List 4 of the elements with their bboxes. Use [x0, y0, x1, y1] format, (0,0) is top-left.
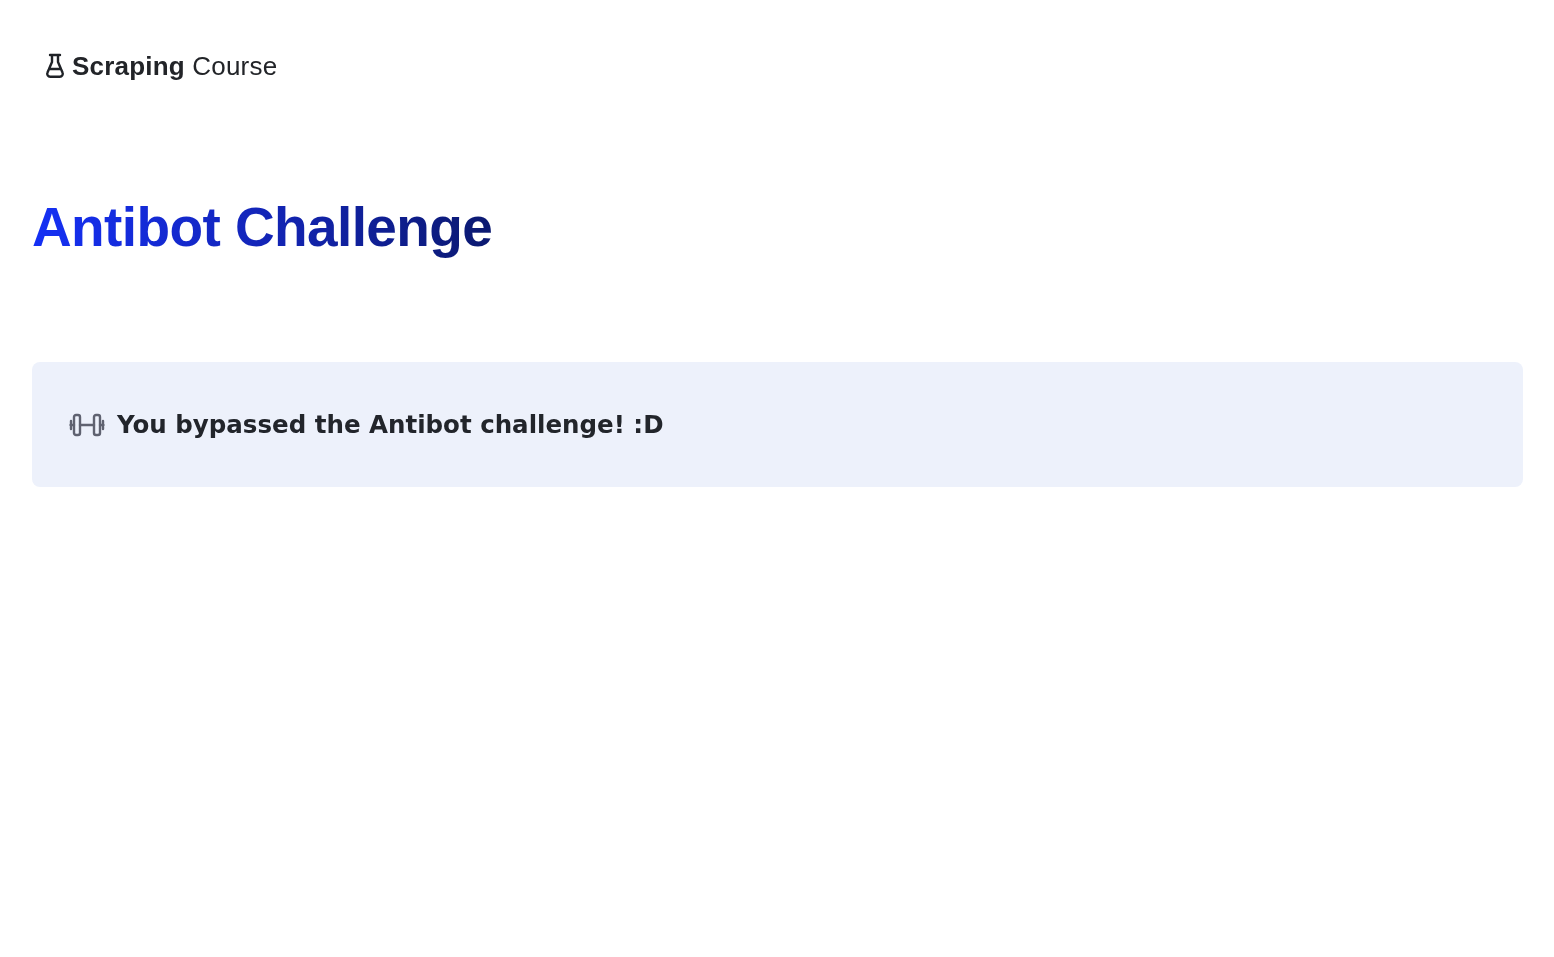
alert-message: You bypassed the Antibot challenge! :D	[117, 409, 664, 441]
dumbbell-icon	[69, 412, 105, 437]
site-logo[interactable]: Scraping Course	[45, 50, 278, 82]
flask-icon	[45, 53, 65, 79]
